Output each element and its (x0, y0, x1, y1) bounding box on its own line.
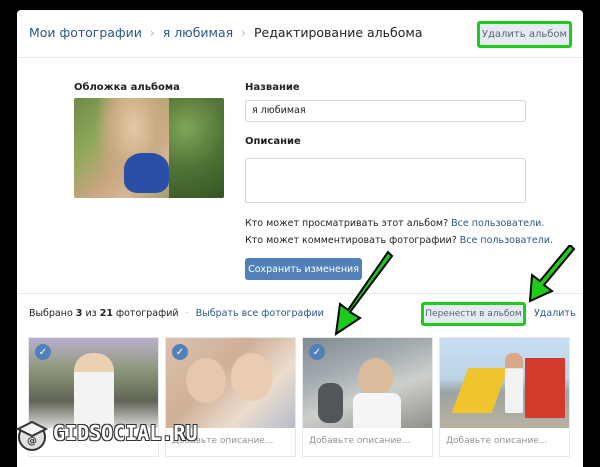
page-header: Мои фотографии › я любимая › Редактирова… (17, 10, 583, 58)
selection-total: 21 (99, 308, 113, 319)
breadcrumb-my-photos[interactable]: Мои фотографии (29, 25, 142, 40)
album-name-input[interactable]: я любимая (245, 100, 526, 122)
album-edit-panel: Мои фотографии › я любимая › Редактирова… (17, 10, 583, 467)
cover-scarf (124, 153, 169, 193)
arrow-annotation-icon (334, 250, 394, 337)
description-label: Описание (245, 136, 301, 147)
photo-face (186, 358, 226, 403)
svg-text:@: @ (27, 436, 37, 447)
album-cover-image[interactable] (74, 98, 224, 198)
view-permission: Кто может просматривать этот альбом? Все… (245, 218, 544, 229)
chevron-right-icon: › (149, 25, 155, 40)
delete-album-button[interactable]: Удалить альбом (477, 21, 572, 48)
photo-person (318, 383, 343, 423)
photo-slide (451, 368, 509, 413)
selection-count: 3 (75, 308, 83, 319)
select-all-link[interactable]: Выбрать все фотографии (196, 308, 324, 319)
check-icon[interactable]: ✓ (309, 344, 325, 360)
photo-caption[interactable]: Добавьте описание... (309, 436, 410, 446)
chevron-right-icon: › (241, 25, 246, 40)
photo-image (440, 338, 569, 428)
view-permission-value[interactable]: Все пользователи. (451, 218, 544, 229)
photo-caption[interactable]: Добавьте описание... (446, 436, 547, 446)
arrow-annotation-icon (528, 245, 576, 303)
photo-face (358, 358, 393, 398)
selection-prefix: Выбрано (29, 308, 73, 319)
album-description-input[interactable] (245, 158, 526, 203)
view-permission-label: Кто может просматривать этот альбом? (245, 218, 449, 229)
photo-thumb-4[interactable]: Добавьте описание... (439, 337, 570, 457)
photo-shirt (353, 393, 401, 428)
selection-suffix: фотографий (115, 308, 179, 319)
page-title: Редактирование альбома (253, 25, 423, 40)
breadcrumb-album[interactable]: я любимая (163, 25, 233, 40)
cover-label: Обложка альбома (74, 82, 180, 93)
check-icon[interactable]: ✓ (35, 344, 51, 360)
photo-thumb-3[interactable]: ✓ Добавьте описание... (302, 337, 433, 457)
selection-of: из (85, 308, 97, 319)
cover-foliage (169, 98, 224, 198)
graduation-cap-logo-icon: @ (15, 420, 49, 451)
photo-face (231, 353, 273, 401)
selection-bar: Выбрано 3 из 21 фотографий · Выбрать все… (17, 293, 583, 329)
move-to-album-button[interactable]: Перенести в альбом (421, 302, 526, 326)
watermark: @ GIDSOCIAL.RU (15, 415, 205, 455)
separator-dot: · (185, 308, 189, 319)
selection-info: Выбрано 3 из 21 фотографий · Выбрать все… (29, 308, 324, 319)
comment-permission: Кто может комментировать фотографии? Все… (245, 235, 553, 246)
name-label: Название (245, 82, 300, 93)
watermark-text: GIDSOCIAL.RU (53, 421, 198, 445)
photo-playhouse (525, 358, 565, 418)
photo-child (505, 353, 523, 413)
delete-selected-button[interactable]: Удалить (534, 308, 576, 319)
check-icon[interactable]: ✓ (172, 344, 188, 360)
breadcrumb: Мои фотографии › я любимая › Редактирова… (29, 25, 423, 40)
comment-permission-label: Кто может комментировать фотографии? (245, 235, 457, 246)
